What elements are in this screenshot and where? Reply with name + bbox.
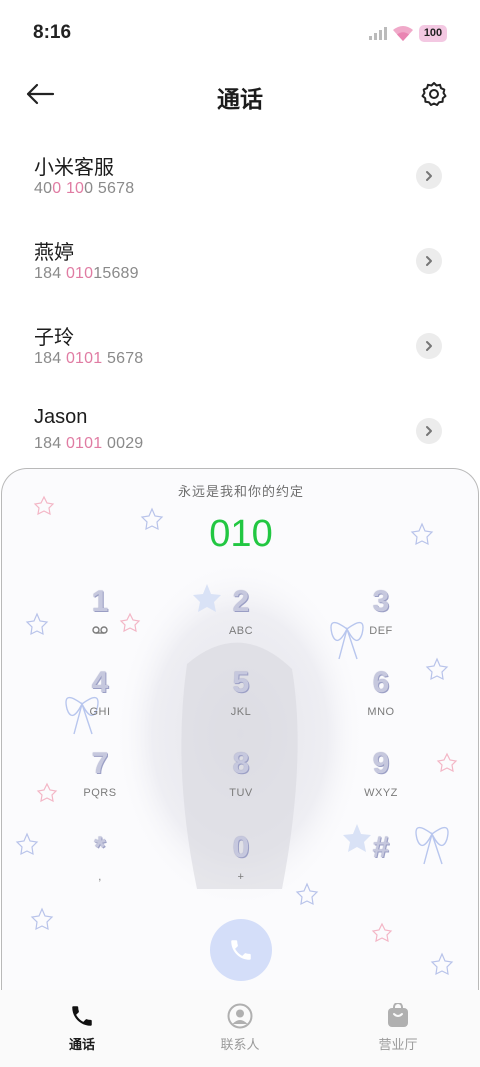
list-item[interactable]: 燕婷 184 01015689 — [0, 218, 480, 303]
gear-icon — [421, 82, 447, 106]
contact-detail-button[interactable] — [416, 418, 442, 444]
chevron-right-icon — [426, 256, 432, 266]
tab-label: 通话 — [68, 1037, 95, 1052]
key-6[interactable]: 6 MNO — [336, 666, 426, 736]
key-1[interactable]: 1 — [55, 585, 145, 655]
recent-contacts-list: 小米客服 400 100 5678 燕婷 184 01015689 子玲 184… — [0, 133, 480, 473]
key-8[interactable]: 8 TUV — [196, 747, 286, 817]
contact-number: 184 0101 5678 — [34, 350, 144, 367]
bottom-navigation: 通话 联系人 营业厅 — [0, 990, 480, 1067]
key-digit: 0 — [232, 831, 250, 864]
key-digit: 4 — [91, 666, 109, 699]
contact-name: 燕婷 — [34, 242, 74, 264]
key-2[interactable]: 2 ABC — [196, 585, 286, 655]
list-item[interactable]: 子玲 184 0101 5678 — [0, 303, 480, 388]
chevron-right-icon — [426, 426, 432, 436]
key-digit: 8 — [232, 747, 250, 780]
key-0[interactable]: 0 + — [196, 831, 286, 901]
status-bar: 8:16 100 — [0, 0, 480, 64]
key-hash[interactable]: # — [336, 831, 426, 901]
list-item[interactable]: 小米客服 400 100 5678 — [0, 133, 480, 218]
list-item[interactable]: Jason 184 0101 0029 — [0, 388, 480, 473]
key-digit: 9 — [372, 747, 390, 780]
voicemail-icon — [55, 625, 145, 637]
wifi-icon — [392, 25, 414, 47]
contact-number: 400 100 5678 — [34, 180, 135, 197]
key-letters: DEF — [369, 625, 393, 637]
key-4[interactable]: 4 GHI — [55, 666, 145, 736]
key-letters: TUV — [229, 787, 253, 799]
key-digit: 5 — [232, 666, 250, 699]
contact-detail-button[interactable] — [416, 333, 442, 359]
key-5[interactable]: 5 JKL — [196, 666, 286, 736]
status-time: 8:16 — [33, 22, 72, 43]
key-letters: PQRS — [83, 787, 117, 799]
contact-detail-button[interactable] — [416, 163, 442, 189]
key-star[interactable]: * , — [55, 831, 145, 901]
key-7[interactable]: 7 PQRS — [55, 747, 145, 817]
shopping-bag-icon — [384, 1002, 412, 1030]
key-letters: MNO — [367, 706, 395, 718]
phone-icon — [231, 940, 251, 960]
key-digit: 3 — [372, 585, 390, 618]
key-digit: 7 — [91, 747, 109, 780]
contact-detail-button[interactable] — [416, 248, 442, 274]
contact-number: 184 01015689 — [34, 265, 139, 282]
key-digit: 1 — [91, 585, 109, 618]
chevron-right-icon — [426, 341, 432, 351]
call-button[interactable] — [210, 919, 272, 981]
key-letters: ABC — [228, 625, 254, 637]
page-title: 通话 — [217, 86, 263, 112]
person-icon — [226, 1002, 254, 1030]
key-3[interactable]: 3 DEF — [336, 585, 426, 655]
tab-label: 联系人 — [220, 1037, 260, 1052]
contact-name: Jason — [34, 406, 88, 428]
theme-motto: 永远是我和你的约定 — [177, 484, 304, 499]
dialed-number-display[interactable]: 010 — [2, 513, 478, 556]
key-letters: GHI — [89, 706, 111, 718]
battery-indicator: 100 — [419, 25, 447, 42]
key-digit: * — [94, 831, 106, 864]
key-digit: # — [372, 831, 390, 864]
phone-icon — [68, 1002, 96, 1030]
key-digit: 2 — [232, 585, 250, 618]
signal-icon — [369, 27, 387, 45]
tab-calls[interactable]: 通话 — [22, 990, 142, 1067]
settings-button[interactable] — [418, 78, 450, 110]
tab-contacts[interactable]: 联系人 — [180, 990, 300, 1067]
contact-name: 子玲 — [34, 327, 74, 349]
tab-label: 营业厅 — [378, 1037, 418, 1052]
key-letters: , — [98, 871, 102, 883]
tab-service-hall[interactable]: 营业厅 — [338, 990, 458, 1067]
contact-number: 184 0101 0029 — [34, 435, 144, 452]
key-9[interactable]: 9 WXYZ — [336, 747, 426, 817]
key-letters: + — [237, 871, 245, 883]
contact-name: 小米客服 — [34, 157, 114, 179]
key-digit: 6 — [372, 666, 390, 699]
key-letters: WXYZ — [364, 787, 398, 799]
dialpad-panel: 永远是我和你的约定 010 1 2 ABC 3 DEF 4 GHI 5 JKL … — [1, 468, 479, 1008]
app-header: 通话 — [0, 64, 480, 126]
chevron-right-icon — [426, 171, 432, 181]
key-letters: JKL — [230, 706, 252, 718]
